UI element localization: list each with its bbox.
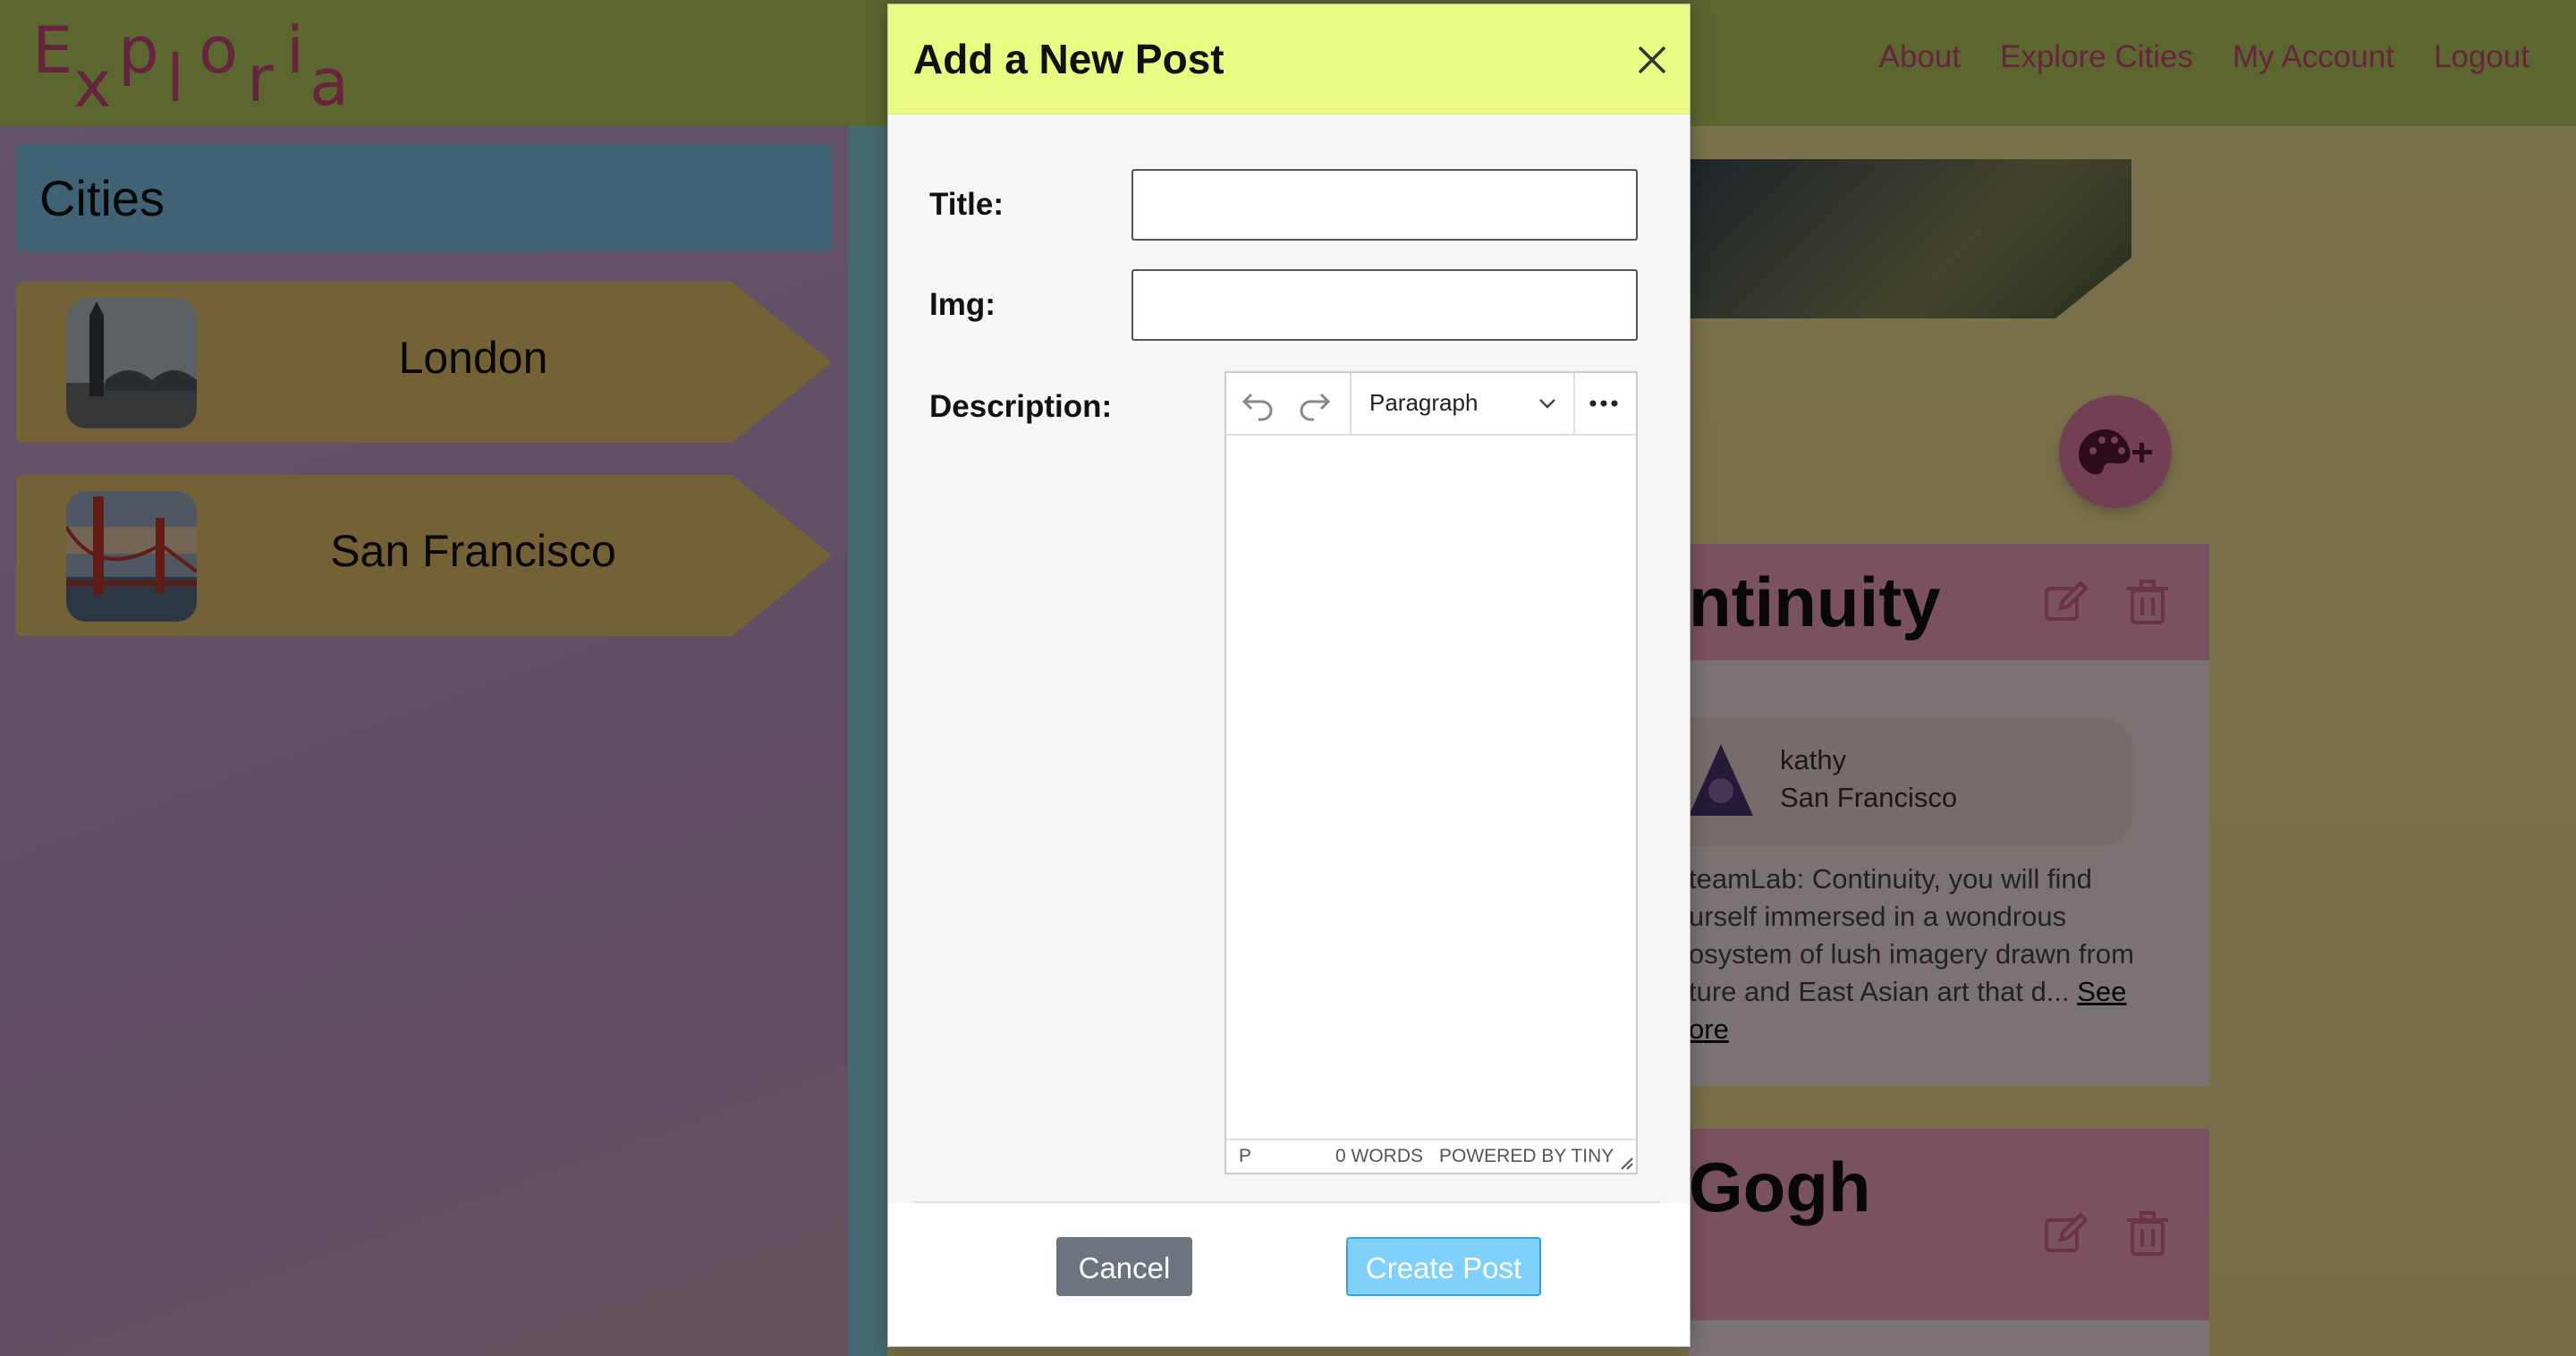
modal-footer: Cancel Create Post: [913, 1201, 1661, 1296]
block-format-select[interactable]: Paragraph: [1352, 373, 1573, 434]
rich-text-editor: Paragraph P 0 WORDS POWERED BY TINY: [1224, 371, 1638, 1174]
modal-body: Title: Img: Description: Paragraph P 0 W…: [888, 115, 1690, 1203]
add-post-modal: Add a New Post Title: Img: Description:: [887, 4, 1690, 1347]
powered-by-link[interactable]: POWERED BY TINY: [1439, 1146, 1614, 1167]
close-icon[interactable]: [1632, 40, 1672, 80]
cancel-button[interactable]: Cancel: [1056, 1237, 1192, 1296]
chevron-down-icon: [1539, 399, 1555, 409]
resize-handle-icon[interactable]: [1618, 1155, 1634, 1171]
create-post-button[interactable]: Create Post: [1346, 1237, 1541, 1296]
editor-toolbar: Paragraph: [1226, 373, 1636, 436]
description-label: Description:: [929, 389, 1113, 424]
editor-statusbar: P 0 WORDS POWERED BY TINY: [1226, 1139, 1636, 1173]
description-editor-area[interactable]: [1226, 436, 1636, 1140]
word-count[interactable]: 0 WORDS: [1335, 1146, 1423, 1167]
img-input[interactable]: [1131, 269, 1638, 341]
more-options-icon[interactable]: [1584, 384, 1623, 423]
modal-header: Add a New Post: [888, 4, 1690, 114]
block-format-value: Paragraph: [1369, 389, 1479, 416]
element-path[interactable]: P: [1239, 1146, 1251, 1167]
modal-title: Add a New Post: [913, 36, 1224, 82]
title-input[interactable]: [1131, 169, 1638, 241]
img-label: Img:: [929, 287, 996, 322]
toolbar-divider: [1573, 373, 1575, 434]
redo-icon[interactable]: [1294, 384, 1334, 423]
title-label: Title:: [929, 187, 1004, 222]
undo-icon[interactable]: [1239, 384, 1278, 423]
